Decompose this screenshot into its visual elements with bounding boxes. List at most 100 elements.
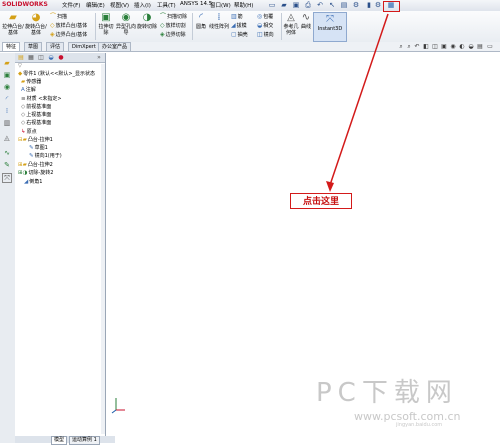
mirror-button[interactable]: ◫镜向 — [257, 31, 274, 39]
tree-item-front-plane[interactable]: ◇前视基准面 — [21, 104, 51, 111]
loft-button[interactable]: ◇放样凸台/基体 — [50, 22, 87, 30]
menu-ansys[interactable]: ANSYS 14.5 — [180, 1, 212, 7]
filter-icon[interactable]: ▽ — [18, 63, 22, 70]
rebuild-icon[interactable]: ▤ — [340, 1, 348, 9]
feature-tree-tab-icon[interactable]: ▤ — [17, 54, 25, 61]
menu-help[interactable]: 帮助(H) — [234, 1, 253, 9]
boundary-boss-button[interactable]: ◈边界凸台/基体 — [50, 31, 87, 39]
traffic-light-icon[interactable]: ▮ — [365, 1, 373, 9]
boundary-cut-label: 边界切除 — [165, 32, 186, 38]
sketch-tool-icon[interactable]: ✎ — [2, 160, 12, 170]
rib-tool-icon[interactable]: ▥ — [2, 118, 12, 128]
configuration-tab-icon[interactable]: ◫ — [37, 54, 45, 61]
feature-manager-scrollbar[interactable] — [101, 64, 105, 434]
tree-label: 切除-旋转2 — [28, 170, 54, 176]
shell-button[interactable]: ▢抽壳 — [231, 31, 248, 39]
zoom-area-icon[interactable]: ⌕ — [406, 44, 412, 50]
fillet-tool-icon[interactable]: ◜ — [2, 94, 12, 104]
menu-window[interactable]: 窗口(W) — [210, 1, 231, 9]
view-orientation-icon[interactable]: ◫ — [432, 44, 438, 50]
draft-label: 拔模 — [236, 23, 247, 29]
fillet-button[interactable]: ◜ 圆角 — [194, 12, 208, 30]
swept-cut-icon: ⌒ — [160, 13, 167, 20]
tree-item-top-plane[interactable]: ◇上视基准面 — [21, 112, 51, 119]
menu-insert[interactable]: 插入(I) — [134, 1, 151, 9]
tree-item-cut-revolve2[interactable]: ⊞◑切除-旋转2 — [18, 170, 53, 177]
intersect-button[interactable]: ◒相交 — [257, 22, 273, 30]
tab-features[interactable]: 特征 — [2, 42, 21, 51]
cut-tool-icon[interactable]: ▣ — [2, 70, 12, 80]
curves-button[interactable]: ∿ 曲线 — [299, 12, 313, 30]
revolve-boss-button[interactable]: ◕ 旋转凸台/基体 — [25, 12, 47, 36]
draft-button[interactable]: ◢拔模 — [231, 22, 247, 30]
property-tab-icon[interactable]: ▦ — [27, 54, 35, 61]
instant3d-tool-icon[interactable]: ⤧ — [2, 173, 12, 183]
tree-item-right-plane[interactable]: ◇右视基准面 — [21, 120, 51, 127]
linear-pattern-button[interactable]: ⁞ 线性阵列 — [209, 12, 229, 30]
tree-item-sensors[interactable]: ▰传感器 — [21, 79, 41, 86]
tab-sketch[interactable]: 草图 — [24, 42, 43, 51]
curve-tool-icon[interactable]: ∿ — [2, 148, 12, 158]
select-icon[interactable]: ↖ — [328, 1, 336, 9]
lofted-cut-button[interactable]: ◇放样切割 — [160, 22, 186, 30]
tab-evaluate[interactable]: 评估 — [46, 42, 65, 51]
print-icon[interactable]: ⎙ — [304, 1, 312, 9]
tree-item-annotations[interactable]: A注解 — [21, 87, 36, 94]
origin-triad — [111, 398, 125, 414]
section-view-icon[interactable]: ◧ — [423, 44, 429, 50]
new-file-icon[interactable]: ▭ — [268, 1, 276, 9]
wrap-button[interactable]: ◎包覆 — [257, 13, 273, 21]
apply-scene-icon[interactable]: ◒ — [468, 44, 474, 50]
dimxpert-tab-icon[interactable]: ◒ — [47, 54, 55, 61]
extrude-boss-button[interactable]: ▰ 拉伸凸台/基体 — [2, 12, 24, 36]
rib-label: 筋 — [237, 14, 243, 20]
plane-icon: ◇ — [21, 104, 26, 110]
tab-dimxpert[interactable]: DimXpert — [68, 42, 100, 51]
revolve-cut-button[interactable]: ◑ 旋转切除 — [137, 12, 157, 30]
view-settings-icon[interactable]: ▤ — [477, 44, 483, 50]
extrude-cut-button[interactable]: ▣ 拉伸切除 — [97, 12, 115, 36]
sweep-button[interactable]: ⌒扫描 — [50, 13, 67, 21]
menu-edit[interactable]: 编辑(E) — [86, 1, 105, 9]
tab-motion-study[interactable]: 运动算例 1 — [69, 436, 100, 445]
swept-cut-label: 扫描切除 — [167, 14, 188, 20]
tree-item-sketch1[interactable]: ✎草图1 — [29, 145, 48, 152]
reference-geometry-button[interactable]: ◬ 参考几何体 — [283, 12, 299, 36]
tree-item-boss-extrude2[interactable]: ⊞▰凸台-拉伸2 — [18, 162, 53, 169]
pattern-tool-icon[interactable]: ⁞ — [2, 106, 12, 116]
tree-item-origin[interactable]: ↳原点 — [21, 129, 37, 136]
tab-office-products[interactable]: 办公室产品 — [98, 42, 132, 51]
undo-icon[interactable]: ↶ — [316, 1, 324, 9]
options-icon[interactable]: ⚙ — [352, 1, 360, 9]
swept-cut-button[interactable]: ⌒扫描切除 — [160, 13, 187, 21]
tree-root-part[interactable]: ◆零件1 (默认<<默认>_显示状态 — [18, 71, 95, 78]
tab-model[interactable]: 模型 — [51, 436, 68, 445]
tree-item-chamfer1[interactable]: ◢倒角1 — [24, 179, 42, 186]
extrude-tool-icon[interactable]: ▰ — [2, 58, 12, 68]
instant3d-button[interactable]: ⤧ Instant3D — [313, 12, 347, 42]
command-ribbon: ▰ 拉伸凸台/基体 ◕ 旋转凸台/基体 ⌒扫描 ◇放样凸台/基体 ◈边界凸台/基体 … — [0, 11, 500, 43]
edit-appearance-icon[interactable]: ◐ — [459, 44, 465, 50]
previous-view-icon[interactable]: ↶ — [414, 44, 420, 50]
save-icon[interactable]: ▣ — [292, 1, 300, 9]
display-style-icon[interactable]: ▣ — [441, 44, 447, 50]
tree-item-mirror-note[interactable]: ✎镜向1(用于) — [29, 153, 62, 160]
appearance-tab-icon[interactable]: ● — [57, 54, 65, 61]
menu-file[interactable]: 文件(F) — [62, 1, 80, 9]
boundary-cut-button[interactable]: ◈边界切除 — [160, 31, 186, 39]
expand-panel-icon[interactable]: » — [95, 54, 103, 61]
hole-wizard-button[interactable]: ◉ 异型孔向导 — [116, 12, 136, 36]
rib-button[interactable]: ▥筋 — [231, 13, 243, 21]
open-folder-icon[interactable]: ▰ — [280, 1, 288, 9]
menu-view[interactable]: 视图(V) — [110, 1, 129, 9]
reference-tool-icon[interactable]: ◬ — [2, 133, 12, 143]
monitor-icon[interactable]: ▭ — [487, 44, 493, 50]
gear-icon[interactable]: ⚙ — [374, 1, 382, 9]
tree-item-material[interactable]: ≡材质 <未指定> — [21, 96, 62, 103]
menu-tools[interactable]: 工具(T) — [157, 1, 176, 9]
hide-show-icon[interactable]: ◉ — [450, 44, 456, 50]
boundary-cut-icon: ◈ — [160, 31, 165, 38]
tree-item-boss-extrude1[interactable]: ⊟▰凸台-拉伸1 — [18, 137, 53, 144]
zoom-fit-icon[interactable]: ⌕ — [398, 44, 404, 50]
hole-tool-icon[interactable]: ◉ — [2, 82, 12, 92]
